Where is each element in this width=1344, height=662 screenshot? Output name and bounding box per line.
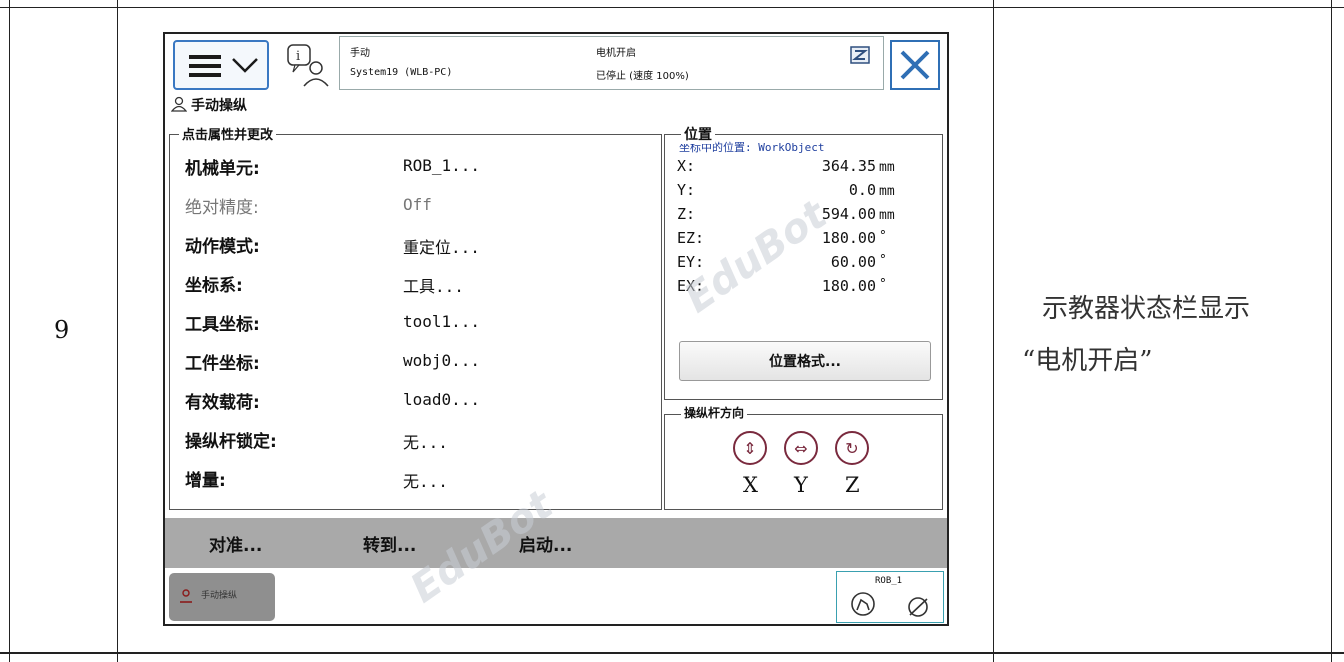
position-value: 0.0 (848, 181, 876, 199)
flexpendant-screen: i 手动 System19 (WLB-PC) 电机开启 已停止 (速度 100%… (163, 32, 949, 626)
position-value: 180.00 (821, 277, 876, 295)
position-unit: mm (879, 160, 895, 175)
status-run: 已停止 (速度 100%) (596, 71, 689, 82)
position-unit: ° (879, 253, 887, 268)
property-value: Off (403, 195, 432, 214)
close-button[interactable] (890, 40, 940, 90)
joystick-z-icon: ↻ (835, 431, 869, 465)
status-system: System19 (WLB-PC) (350, 67, 453, 78)
coordinate-system-icon (908, 597, 928, 617)
property-label: 工具坐标: (185, 315, 260, 335)
property-value: 无... (403, 433, 448, 452)
event-log-icon[interactable]: i (285, 42, 331, 90)
align-button[interactable]: 对准... (209, 531, 262, 556)
position-value: 60.00 (830, 253, 876, 271)
property-value: load0... (403, 390, 481, 409)
position-format-button[interactable]: 位置格式... (679, 341, 931, 381)
close-icon (900, 50, 930, 80)
property-label: 操纵杆锁定: (185, 432, 277, 452)
status-bar[interactable]: 手动 System19 (WLB-PC) 电机开启 已停止 (速度 100%) (339, 36, 884, 90)
property-value: tool1... (403, 312, 481, 331)
position-axis-label: X: (677, 157, 696, 175)
command-bar: 对准... 转到... 启动... (165, 518, 947, 568)
position-unit: mm (879, 208, 895, 223)
joystick-axis-x: X (743, 473, 758, 497)
property-value: 重定位... (403, 238, 480, 257)
property-value: wobj0... (403, 351, 481, 370)
position-unit: mm (879, 184, 895, 199)
joystick-x-icon: ⇕ (733, 431, 767, 465)
description-line-1: 示教器状态栏显示 (1042, 294, 1251, 324)
hamburger-icon (189, 55, 221, 77)
quickset-icon[interactable] (850, 46, 870, 64)
property-value: ROB_1... (403, 156, 481, 175)
property-label: 动作模式: (185, 237, 260, 257)
property-label: 增量: (185, 471, 226, 491)
position-value: 594.00 (821, 205, 876, 223)
row-number: 9 (54, 316, 70, 344)
property-value: 工具... (403, 277, 464, 296)
position-group-title: 位置 (681, 124, 715, 144)
property-label: 绝对精度: (185, 198, 259, 218)
table-col-divider-3 (1331, 0, 1332, 662)
joystick-axis-y: Y (794, 473, 808, 497)
position-unit: ° (879, 277, 887, 292)
position-axis-label: EZ: (677, 229, 705, 247)
table-col-divider-1 (117, 0, 118, 662)
taskbar-manual-label: 手动操纵 (201, 591, 238, 601)
goto-button[interactable]: 转到... (363, 531, 416, 556)
description-line-2: “电机开启” (1022, 346, 1153, 376)
mechanical-unit-quickset[interactable]: ROB_1 (836, 571, 944, 623)
joystick-group: ⇕ ⇔ ↻ X Y Z (664, 414, 943, 510)
status-motor: 电机开启 (596, 48, 636, 59)
chevron-down-icon (232, 58, 258, 73)
jog-icon (180, 589, 192, 603)
joystick-group-title: 操纵杆方向 (681, 404, 748, 421)
position-axis-label: Z: (677, 205, 696, 223)
property-label: 机械单元: (185, 159, 260, 179)
joystick-axis-z: Z (845, 473, 860, 497)
user-icon (171, 96, 187, 112)
taskbar-manual-jog-tab[interactable]: 手动操纵 (169, 573, 275, 621)
abb-menu-button[interactable] (173, 40, 269, 90)
position-value: 364.35 (821, 157, 876, 175)
joystick-y-icon: ⇔ (784, 431, 818, 465)
table-col-divider-2 (993, 0, 994, 662)
position-axis-label: Y: (677, 181, 696, 199)
window-title: 手动操纵 (191, 98, 247, 114)
status-mode: 手动 (350, 48, 370, 59)
rob-label: ROB_1 (875, 576, 903, 586)
position-unit: ° (879, 229, 887, 244)
property-value: 无... (403, 472, 448, 491)
property-label: 坐标系: (185, 276, 243, 296)
table-col-divider-0 (9, 0, 10, 662)
robot-arm-icon (851, 592, 875, 616)
table-border-top (0, 7, 1344, 8)
property-label: 工件坐标: (185, 354, 260, 374)
properties-group-title: 点击属性并更改 (179, 124, 277, 143)
property-label: 有效载荷: (185, 393, 260, 413)
svg-text:i: i (296, 49, 300, 64)
table-border-bottom (0, 652, 1344, 654)
